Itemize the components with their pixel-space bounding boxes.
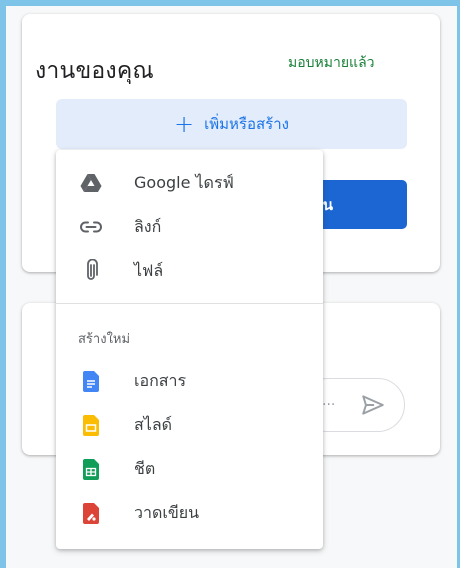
menu-item-label: ชีต xyxy=(134,458,156,478)
slides-icon xyxy=(80,414,102,436)
plus-icon: + xyxy=(174,110,195,138)
frame-left-edge xyxy=(0,0,6,568)
attachment-icon xyxy=(80,259,102,282)
link-icon xyxy=(80,216,102,238)
menu-item-slides[interactable]: สไลด์ xyxy=(56,403,323,447)
google-drive-icon xyxy=(80,172,102,194)
submit-button-label: น xyxy=(322,195,333,214)
menu-item-google-drive[interactable]: Google ไดรฟ์ xyxy=(56,161,323,205)
create-new-section-label: สร้างใหม่ xyxy=(78,332,131,347)
menu-item-label: วาดเขียน xyxy=(134,502,200,522)
menu-item-file[interactable]: ไฟล์ xyxy=(56,249,323,293)
comment-input-placeholder: ... xyxy=(322,393,336,409)
add-or-create-label: เพิ่มหรือสร้าง xyxy=(204,115,289,133)
docs-icon xyxy=(80,370,102,392)
frame-top-edge xyxy=(0,0,460,6)
add-or-create-button[interactable]: + เพิ่มหรือสร้าง xyxy=(56,99,407,149)
menu-item-label: สไลด์ xyxy=(134,414,173,434)
sheets-icon xyxy=(80,458,102,480)
menu-item-link[interactable]: ลิงก์ xyxy=(56,205,323,249)
your-work-title: งานของคุณ xyxy=(35,58,154,84)
menu-item-drawings[interactable]: วาดเขียน xyxy=(56,491,323,535)
menu-item-docs[interactable]: เอกสาร xyxy=(56,359,323,403)
assignment-status: มอบหมายแล้ว xyxy=(288,55,375,71)
menu-item-label: Google ไดรฟ์ xyxy=(134,172,234,192)
menu-item-label: ไฟล์ xyxy=(134,260,164,280)
send-icon[interactable] xyxy=(360,392,386,418)
menu-item-sheets[interactable]: ชีต xyxy=(56,447,323,491)
add-or-create-menu: Google ไดรฟ์ ลิงก์ ไฟล์ สร้างใหม่ เอกสาร xyxy=(56,150,323,549)
menu-divider xyxy=(56,303,323,304)
menu-item-label: ลิงก์ xyxy=(134,216,162,236)
menu-item-label: เอกสาร xyxy=(134,370,187,390)
drawings-icon xyxy=(80,502,102,524)
